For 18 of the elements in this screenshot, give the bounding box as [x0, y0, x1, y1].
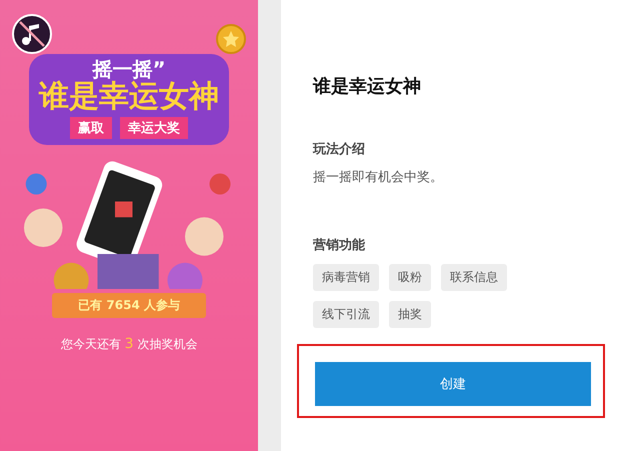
feature-tag: 吸粉 [389, 264, 431, 291]
banner-label: 幸运大奖 [120, 117, 188, 139]
star-coin-icon [216, 24, 246, 54]
feature-tag: 联系信息 [441, 264, 507, 291]
section-heading: 玩法介绍 [313, 141, 365, 158]
muted-music-icon[interactable] [12, 14, 52, 54]
activity-title: 谁是幸运女神 [313, 75, 421, 98]
poster-title: 谁是幸运女神 [39, 80, 220, 113]
poster-kicker: 摇一摇” [92, 58, 166, 80]
feature-tag: 抽奖 [389, 301, 431, 328]
chances-text: 您今天还有 3 次抽奖机会 [60, 336, 198, 353]
banner-label: 赢取 [70, 117, 112, 139]
section-heading: 营销功能 [313, 237, 365, 254]
intro-text: 摇一摇即有机会中奖。 [313, 169, 443, 186]
feature-tag: 病毒营销 [313, 264, 379, 291]
create-button[interactable]: 创建 [315, 362, 591, 406]
feature-tag: 线下引流 [313, 301, 379, 328]
participants-ribbon: 已有 7654 人参与 [52, 293, 206, 318]
